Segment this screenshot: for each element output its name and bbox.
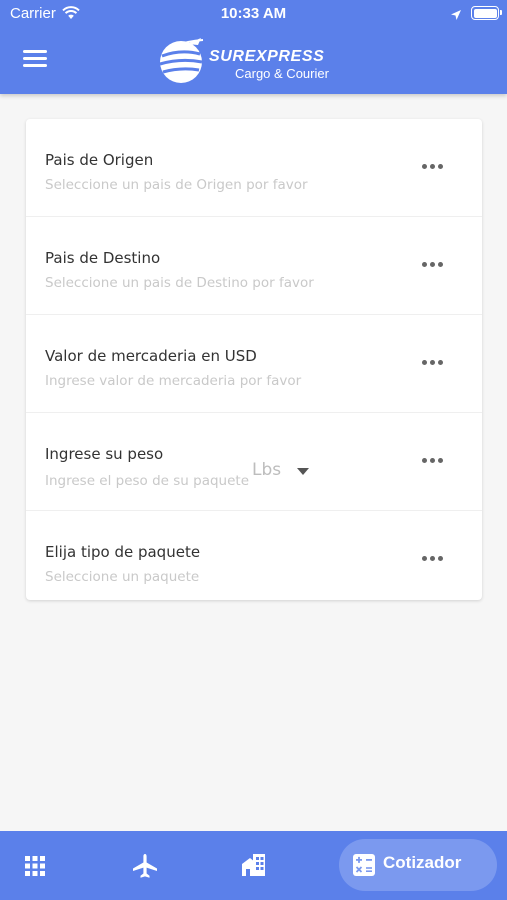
more-horizontal-icon[interactable]: [422, 357, 444, 367]
field-label: Pais de Destino: [45, 249, 161, 267]
status-bar: Carrier 10:33 AM: [0, 0, 507, 28]
field-label: Pais de Origen: [45, 151, 154, 169]
grid-icon[interactable]: [25, 856, 45, 880]
more-horizontal-icon[interactable]: [422, 455, 444, 465]
field-placeholder: Seleccione un pais de Origen por favor: [45, 177, 308, 193]
tab-label: Cotizador: [383, 853, 462, 872]
more-horizontal-icon[interactable]: [422, 161, 444, 171]
calculator-icon: [353, 854, 375, 880]
top-app-bar: Carrier 10:33 AM SUREXPRESS Cargo & Cour…: [0, 0, 507, 94]
more-horizontal-icon[interactable]: [422, 259, 444, 269]
bottom-navigation: Cotizador: [0, 831, 507, 900]
merchandise-value-field[interactable]: Valor de mercaderia en USD Ingrese valor…: [26, 315, 482, 413]
tab-cotizador[interactable]: Cotizador: [339, 839, 497, 891]
field-label: Valor de mercaderia en USD: [45, 347, 257, 365]
globe-logo-icon: [157, 36, 207, 90]
origin-country-field[interactable]: Pais de Origen Seleccione un pais de Ori…: [26, 119, 482, 217]
field-placeholder: Seleccione un paquete: [45, 569, 200, 585]
clock: 10:33 AM: [220, 5, 287, 22]
battery-icon: [471, 6, 502, 20]
brand-tagline: Cargo & Courier: [235, 66, 329, 81]
brand-name: SUREXPRESS: [209, 48, 325, 65]
field-placeholder: Ingrese el peso de su paquete: [45, 473, 250, 489]
buildings-icon[interactable]: [241, 852, 267, 882]
field-placeholder: Seleccione un pais de Destino por favor: [45, 275, 314, 291]
field-label: Elija tipo de paquete: [45, 543, 201, 561]
quote-form-card: Pais de Origen Seleccione un pais de Ori…: [26, 119, 482, 600]
weight-unit-select[interactable]: Lbs: [252, 460, 309, 484]
brand-logo: SUREXPRESS Cargo & Courier: [157, 36, 357, 88]
location-arrow-icon: [450, 7, 462, 25]
weight-field[interactable]: Ingrese su peso Ingrese el peso de su pa…: [26, 413, 482, 511]
package-type-field[interactable]: Elija tipo de paquete Seleccione un paqu…: [26, 511, 482, 609]
airplane-icon[interactable]: [131, 852, 159, 884]
weight-unit-value: Lbs: [252, 460, 282, 480]
field-label: Ingrese su peso: [45, 445, 164, 463]
destination-country-field[interactable]: Pais de Destino Seleccione un pais de De…: [26, 217, 482, 315]
hamburger-menu-icon[interactable]: [23, 50, 47, 68]
caret-down-icon: [297, 468, 309, 475]
field-placeholder: Ingrese valor de mercaderia por favor: [45, 373, 302, 389]
more-horizontal-icon[interactable]: [422, 553, 444, 563]
